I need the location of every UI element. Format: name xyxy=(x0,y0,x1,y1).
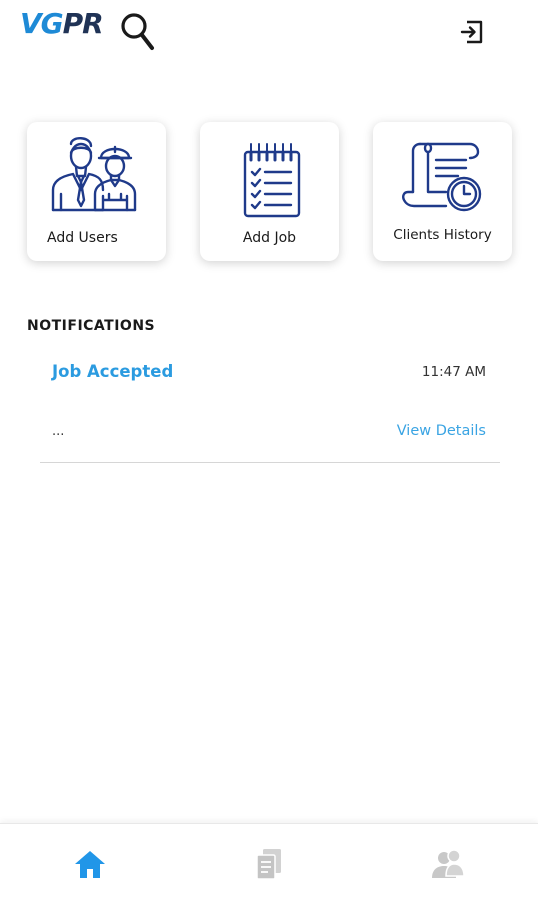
magnifier-icon xyxy=(121,13,154,50)
users-icon xyxy=(432,849,465,878)
logout-icon xyxy=(460,20,483,44)
view-details-link[interactable]: View Details xyxy=(397,423,486,439)
card-icon-wrap xyxy=(200,130,339,230)
history-scroll-icon xyxy=(401,142,481,212)
clients-history-card[interactable]: Clients History xyxy=(373,122,512,261)
logo-part-vg: VG xyxy=(20,7,64,40)
add-job-card[interactable]: Add Job xyxy=(200,122,339,261)
nav-profile[interactable] xyxy=(426,842,470,886)
notification-time: 11:47 AM xyxy=(421,364,486,380)
notification-item: Job Accepted 11:47 AM ... View Details xyxy=(40,350,500,465)
add-users-card[interactable]: Add Users xyxy=(27,122,166,261)
notification-title[interactable]: Job Accepted xyxy=(52,362,173,381)
logo-part-pr: PR xyxy=(62,7,104,40)
vgpro-logo: VGPR xyxy=(20,4,160,56)
card-icon-wrap xyxy=(373,130,512,230)
nav-home[interactable] xyxy=(68,842,112,886)
notification-body: ... xyxy=(52,424,65,439)
bottom-navigation xyxy=(0,823,538,901)
app-header: VGPR xyxy=(0,0,538,70)
clipboard-checklist-icon xyxy=(243,143,300,218)
users-icon xyxy=(51,137,136,212)
card-icon-wrap xyxy=(27,130,166,230)
logo-text: VGPR xyxy=(20,4,104,44)
add-users-label: Add Users xyxy=(47,230,118,246)
divider xyxy=(40,462,500,463)
home-icon xyxy=(75,851,105,878)
notifications-title: NOTIFICATIONS xyxy=(27,318,156,334)
logout-button[interactable] xyxy=(452,12,492,52)
add-job-label: Add Job xyxy=(242,230,297,246)
clients-history-label: Clients History xyxy=(393,227,492,243)
documents-icon xyxy=(256,849,281,880)
nav-documents[interactable] xyxy=(247,842,291,886)
